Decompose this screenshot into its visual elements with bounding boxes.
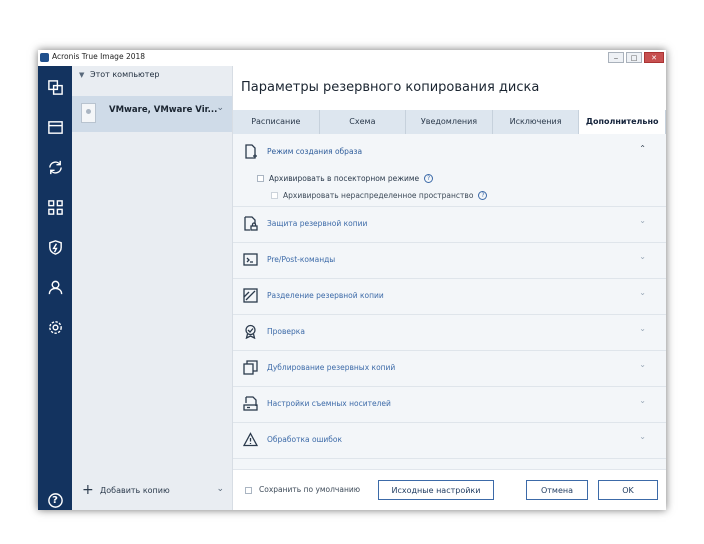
add-copy-bar: + Добавить копию ⌄ <box>72 476 232 510</box>
chevron-down-icon[interactable]: ⌄ <box>216 103 224 113</box>
shield-icon[interactable] <box>44 236 66 258</box>
app-window: Acronis True Image 2018 ‒ □ ✕ ? ▼ Этот к… <box>38 50 666 510</box>
minimize-button[interactable]: ‒ <box>608 52 624 63</box>
chevron-down-icon[interactable]: ⌄ <box>639 252 646 261</box>
backup-icon[interactable] <box>44 76 66 98</box>
tab-exclusions[interactable]: Исключения <box>493 110 580 134</box>
badge-icon <box>243 324 258 340</box>
source-item[interactable]: VMware, VMware Vir... ⌄ <box>72 96 232 132</box>
section-image-mode[interactable]: Режим создания образа ⌃ Архивировать в п… <box>233 134 666 207</box>
section-backup-protection[interactable]: Защита резервной копии ⌄ <box>233 206 666 243</box>
settings-tabs: Расписание Схема Уведомления Исключения … <box>233 110 666 134</box>
section-backup-duplication[interactable]: Дублирование резервных копий ⌄ <box>233 350 666 387</box>
section-title: Дублирование резервных копий <box>267 363 396 372</box>
save-default-checkbox[interactable] <box>245 487 252 494</box>
lock-icon <box>243 216 258 231</box>
maximize-button[interactable]: □ <box>626 52 642 63</box>
section-title: Защита резервной копии <box>267 219 368 228</box>
page-title: Параметры резервного копирования диска <box>241 80 540 95</box>
chevron-up-icon[interactable]: ⌃ <box>639 144 646 153</box>
help-glyph: ? <box>52 494 58 506</box>
account-icon[interactable] <box>44 276 66 298</box>
section-title: Обработка ошибок <box>267 435 343 444</box>
source-panel: ▼ Этот компьютер VMware, VMware Vir... ⌄… <box>72 66 233 510</box>
chevron-down-icon[interactable]: ⌄ <box>639 216 646 225</box>
split-icon <box>243 288 258 303</box>
section-title: Режим создания образа <box>267 147 363 156</box>
tools-grid-icon[interactable] <box>44 196 66 218</box>
section-backup-splitting[interactable]: Разделение резервной копии ⌄ <box>233 278 666 315</box>
chevron-down-icon[interactable]: ⌄ <box>216 484 224 494</box>
add-copy-button[interactable]: Добавить копию <box>100 486 170 495</box>
plus-icon[interactable]: + <box>82 482 94 498</box>
option-label: Архивировать в посекторном режиме <box>269 174 420 183</box>
option-unallocated-space[interactable]: Архивировать нераспределенное пространст… <box>271 191 488 200</box>
computer-group-label: Этот компьютер <box>90 70 160 79</box>
duplicate-icon <box>243 360 258 375</box>
warning-icon <box>242 432 259 447</box>
window-title: Acronis True Image 2018 <box>52 52 146 61</box>
disk-icon <box>81 103 96 123</box>
section-title: Pre/Post-команды <box>267 255 336 264</box>
section-error-handling[interactable]: Обработка ошибок ⌄ <box>233 422 666 459</box>
chevron-down-icon[interactable]: ⌄ <box>639 396 646 405</box>
option-sector-mode[interactable]: Архивировать в посекторном режиме ? <box>257 174 434 183</box>
section-title: Проверка <box>267 327 305 336</box>
title-bar: Acronis True Image 2018 ‒ □ ✕ <box>38 50 666 67</box>
tab-advanced[interactable]: Дополнительно <box>579 110 666 134</box>
close-button[interactable]: ✕ <box>644 52 664 63</box>
section-validation[interactable]: Проверка ⌄ <box>233 314 666 351</box>
save-default-label[interactable]: Сохранить по умолчанию <box>259 485 360 494</box>
dialog-footer: Сохранить по умолчанию Исходные настройк… <box>233 469 666 510</box>
expand-triangle-icon: ▼ <box>79 71 85 79</box>
option-label: Архивировать нераспределенное пространст… <box>283 191 474 200</box>
source-name: VMware, VMware Vir... <box>109 105 218 115</box>
acronis-logo-icon <box>40 53 49 62</box>
help-icon[interactable]: ? <box>44 489 66 510</box>
tab-notifications[interactable]: Уведомления <box>406 110 493 134</box>
section-pre-post-commands[interactable]: Pre/Post-команды ⌄ <box>233 242 666 279</box>
chevron-down-icon[interactable]: ⌄ <box>639 324 646 333</box>
cancel-button[interactable]: Отмена <box>526 480 588 500</box>
sections-list: Режим создания образа ⌃ Архивировать в п… <box>233 134 666 470</box>
unallocated-space-checkbox[interactable] <box>271 192 278 199</box>
section-title: Настройки съемных носителей <box>267 399 391 408</box>
help-question-icon[interactable]: ? <box>424 174 434 183</box>
section-title: Разделение резервной копии <box>267 291 384 300</box>
settings-gear-icon[interactable] <box>44 316 66 338</box>
image-mode-icon <box>243 144 258 159</box>
chevron-down-icon[interactable]: ⌄ <box>639 360 646 369</box>
chevron-down-icon[interactable]: ⌄ <box>639 288 646 297</box>
nav-rail: ? <box>38 66 72 510</box>
removable-media-icon <box>243 396 258 411</box>
tab-schedule[interactable]: Расписание <box>233 110 320 134</box>
section-removable-media[interactable]: Настройки съемных носителей ⌄ <box>233 386 666 423</box>
sync-icon[interactable] <box>44 156 66 178</box>
terminal-icon <box>243 252 258 267</box>
chevron-down-icon[interactable]: ⌄ <box>639 432 646 441</box>
computer-group-header[interactable]: ▼ Этот компьютер <box>72 66 232 84</box>
ok-button[interactable]: OK <box>598 480 658 500</box>
help-question-icon[interactable]: ? <box>478 191 488 200</box>
archive-icon[interactable] <box>44 116 66 138</box>
reset-settings-button[interactable]: Исходные настройки <box>378 480 494 500</box>
sector-mode-checkbox[interactable] <box>257 175 264 182</box>
tab-scheme[interactable]: Схема <box>320 110 407 134</box>
settings-pane: Параметры резервного копирования диска Р… <box>233 66 666 510</box>
